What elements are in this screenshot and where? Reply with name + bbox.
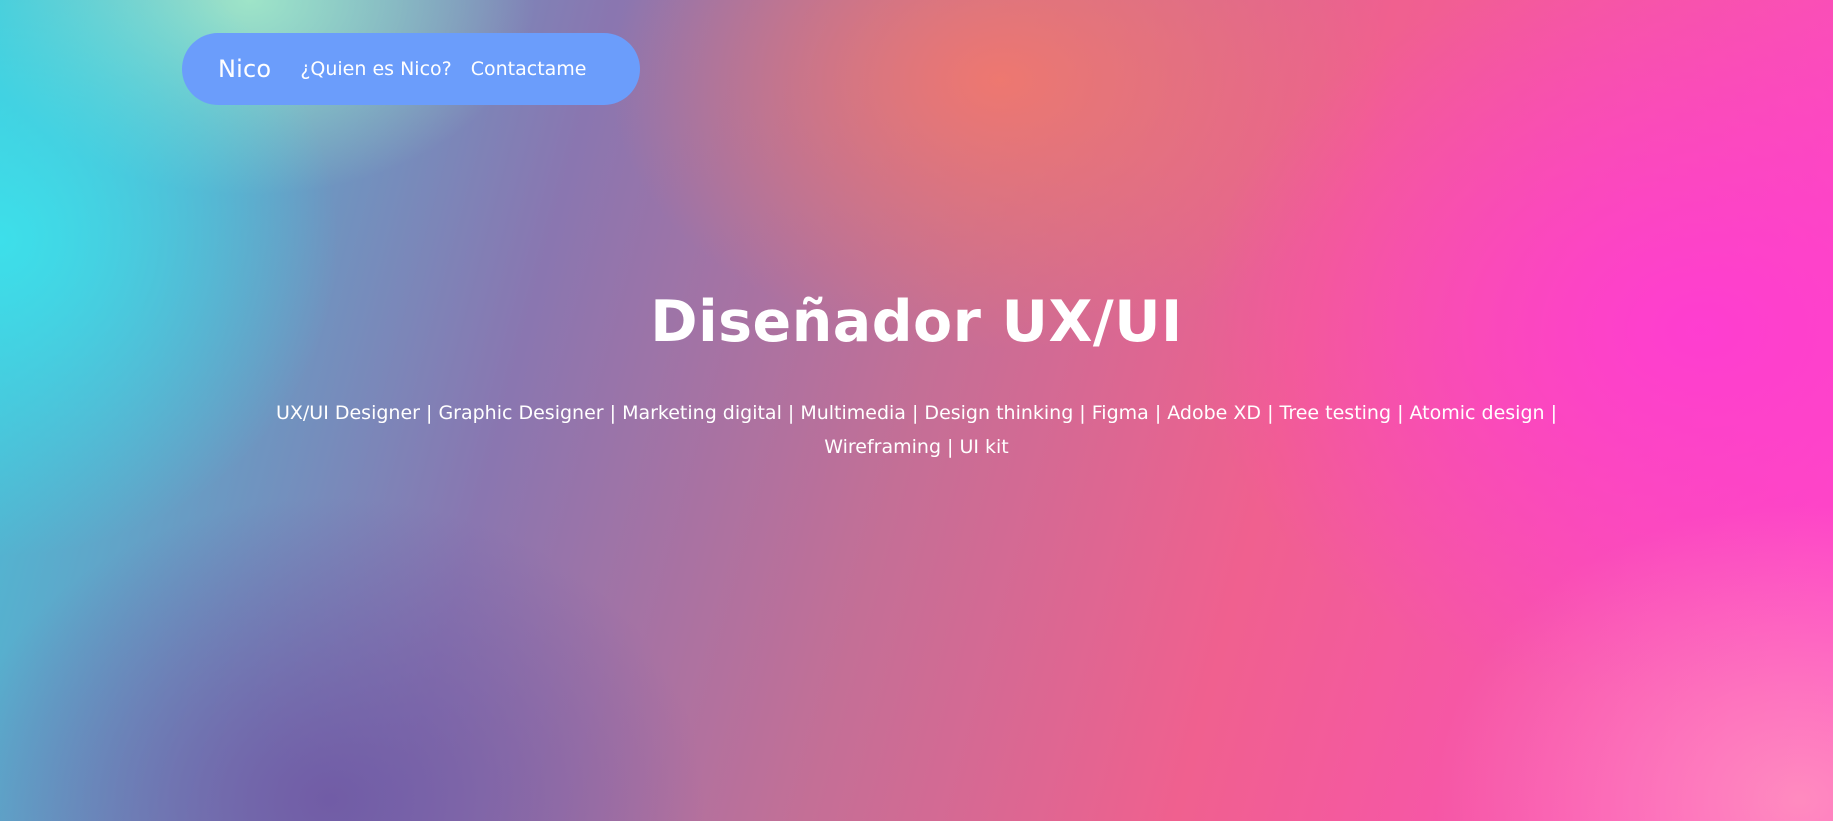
nav-link-about[interactable]: ¿Quien es Nico? — [300, 58, 451, 80]
top-navbar: Nico ¿Quien es Nico? Contactame — [182, 33, 640, 105]
nav-link-contact[interactable]: Contactame — [471, 58, 587, 80]
hero-subtitle-skills: UX/UI Designer | Graphic Designer | Mark… — [275, 402, 1557, 458]
brand-logo-link[interactable]: Nico — [218, 55, 271, 83]
hero-title: Diseñador UX/UI — [650, 289, 1183, 355]
